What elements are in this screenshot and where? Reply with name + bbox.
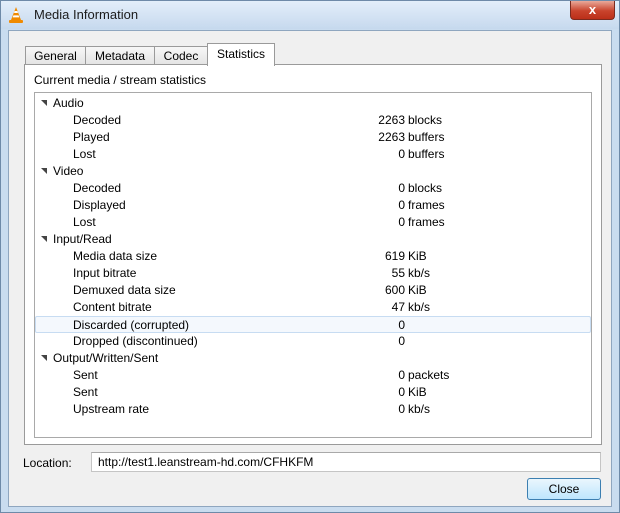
stat-row[interactable]: Decoded 0 blocks <box>35 180 591 197</box>
stat-row[interactable]: Input bitrate 55 kb/s <box>35 265 591 282</box>
window-title: Media Information <box>34 7 139 22</box>
expand-arrow-icon[interactable] <box>41 355 47 361</box>
tab-codec[interactable]: Codec <box>154 46 208 65</box>
stat-row[interactable]: Lost 0 buffers <box>35 146 591 163</box>
stat-row[interactable]: Upstream rate 0 kb/s <box>35 401 591 418</box>
tab-metadata[interactable]: Metadata <box>85 46 155 65</box>
stat-row[interactable]: Lost 0 frames <box>35 214 591 231</box>
tree-group-input-read[interactable]: Input/Read <box>35 231 591 248</box>
location-field[interactable] <box>91 452 601 472</box>
stat-row[interactable]: Dropped (discontinued) 0 <box>35 333 591 350</box>
close-icon: x <box>588 2 597 17</box>
statistics-tree[interactable]: Audio Decoded 2263 blocks Played 2263 bu… <box>34 92 592 438</box>
stat-row[interactable]: Media data size 619 KiB <box>35 248 591 265</box>
stat-row[interactable]: Content bitrate 47 kb/s <box>35 299 591 316</box>
media-information-window: Media Information x General Metadata Cod… <box>0 0 620 513</box>
tree-group-audio[interactable]: Audio <box>35 95 591 112</box>
stat-row[interactable]: Played 2263 buffers <box>35 129 591 146</box>
stat-row-hovered[interactable]: Discarded (corrupted) 0 <box>35 316 591 333</box>
window-close-button[interactable]: x <box>570 1 615 20</box>
location-label: Location: <box>23 456 72 470</box>
stat-row[interactable]: Demuxed data size 600 KiB <box>35 282 591 299</box>
dialog-client-area: General Metadata Codec Statistics Curren… <box>8 30 612 507</box>
title-bar[interactable]: Media Information x <box>1 1 619 29</box>
expand-arrow-icon[interactable] <box>41 168 47 174</box>
tree-group-video[interactable]: Video <box>35 163 591 180</box>
stat-row[interactable]: Decoded 2263 blocks <box>35 112 591 129</box>
stat-row[interactable]: Sent 0 packets <box>35 367 591 384</box>
close-button[interactable]: Close <box>527 478 601 500</box>
stat-row[interactable]: Displayed 0 frames <box>35 197 591 214</box>
vlc-cone-icon <box>9 7 23 23</box>
statistics-header: Current media / stream statistics <box>34 73 207 87</box>
tab-statistics[interactable]: Statistics <box>207 43 275 66</box>
expand-arrow-icon[interactable] <box>41 100 47 106</box>
expand-arrow-icon[interactable] <box>41 236 47 242</box>
tree-group-output[interactable]: Output/Written/Sent <box>35 350 591 367</box>
tab-general[interactable]: General <box>25 46 86 65</box>
stat-row[interactable]: Sent 0 KiB <box>35 384 591 401</box>
statistics-panel: Current media / stream statistics Audio … <box>24 64 602 445</box>
